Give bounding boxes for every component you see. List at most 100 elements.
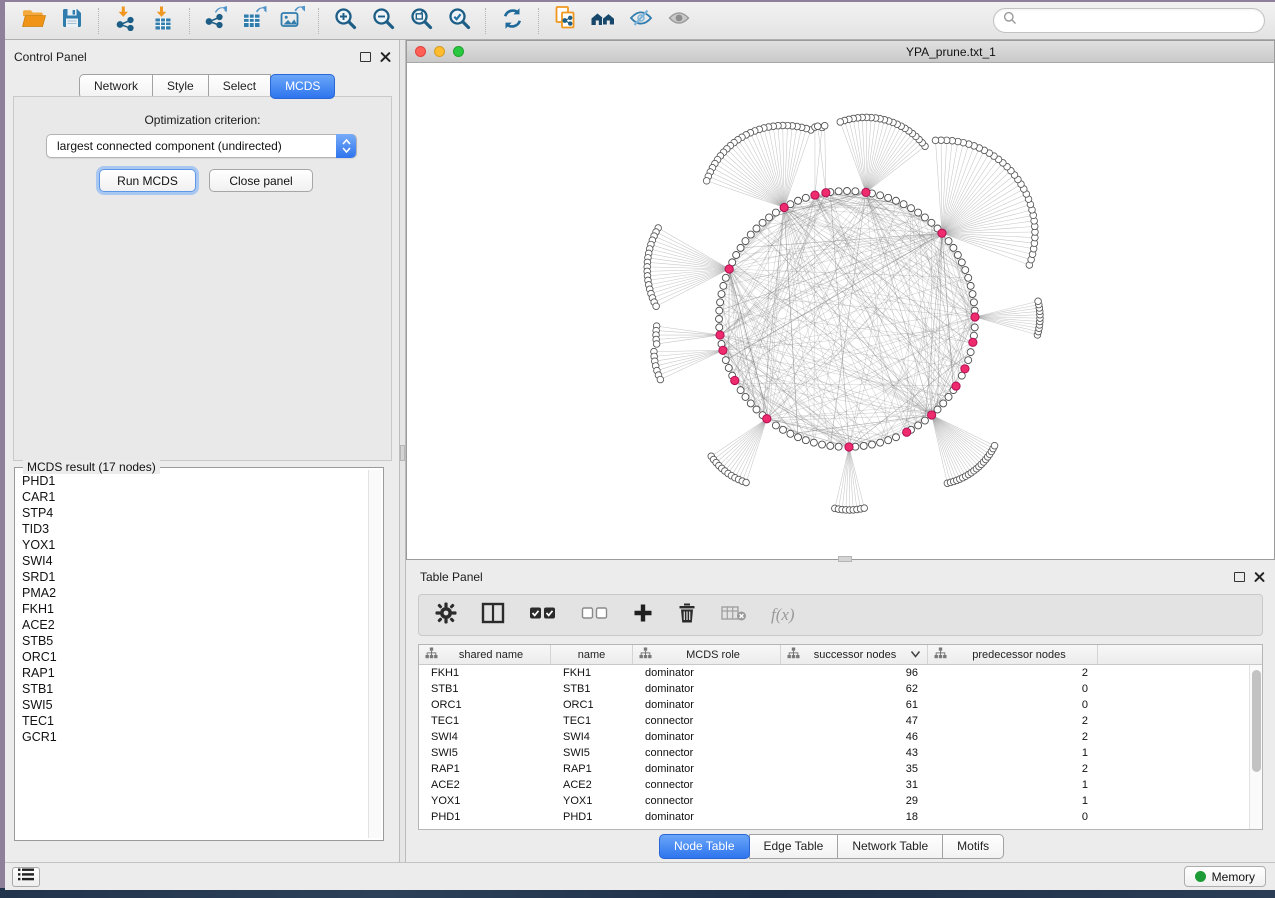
export-table-button[interactable] [235,6,273,36]
network-mcds-node[interactable] [928,411,936,419]
network-mcds-node[interactable] [811,191,819,199]
table-row[interactable]: TEC1TEC1connector472 [419,713,1262,729]
network-node[interactable] [720,282,727,289]
zoom-selected-button[interactable] [440,6,478,36]
run-mcds-button[interactable]: Run MCDS [99,169,196,192]
mcds-result-item[interactable]: PMA2 [17,585,366,601]
network-node[interactable] [885,194,892,201]
table-row[interactable]: YOX1YOX1connector291 [419,793,1262,809]
sort-chevron-icon[interactable] [910,649,921,661]
close-window-traffic-light[interactable] [415,46,426,57]
network-node[interactable] [837,119,844,126]
mcds-result-item[interactable]: SWI5 [17,697,366,713]
show-columns-icon[interactable] [481,602,505,629]
network-node[interactable] [868,441,875,448]
network-node[interactable] [772,422,779,429]
network-mcds-node[interactable] [971,313,979,321]
mcds-result-item[interactable]: CAR1 [17,489,366,505]
hide-selected-button[interactable] [622,6,660,36]
network-mcds-node[interactable] [952,382,960,390]
network-node[interactable] [971,324,978,331]
network-node[interactable] [915,422,922,429]
network-node[interactable] [742,393,749,400]
network-node[interactable] [737,244,744,251]
tab-node-table[interactable]: Node Table [659,834,750,859]
network-node[interactable] [970,299,977,306]
network-node[interactable] [900,201,907,208]
mcds-result-item[interactable]: PHD1 [17,473,366,489]
close-panel-icon[interactable] [380,52,391,63]
tab-edge-table[interactable]: Edge Table [749,834,839,859]
mcds-result-item[interactable]: YOX1 [17,537,366,553]
minimize-window-traffic-light[interactable] [434,46,445,57]
network-mcds-node[interactable] [822,189,830,197]
network-node[interactable] [860,442,867,449]
network-node[interactable] [716,316,723,323]
network-node[interactable] [737,387,744,394]
network-node[interactable] [722,357,729,364]
network-node[interactable] [718,291,725,298]
network-node[interactable] [819,441,826,448]
duplicate-network-button[interactable] [546,6,584,36]
network-node[interactable] [802,194,809,201]
network-mcds-node[interactable] [731,376,739,384]
export-network-button[interactable] [197,6,235,36]
zoom-window-traffic-light[interactable] [453,46,464,57]
network-node[interactable] [827,442,834,449]
network-mcds-node[interactable] [780,203,788,211]
export-image-button[interactable] [273,6,311,36]
network-node[interactable] [814,123,821,130]
network-node[interactable] [928,219,935,226]
table-row[interactable]: SWI4SWI4dominator462 [419,729,1262,745]
column-header-predecessor-nodes[interactable]: predecessor nodes [928,645,1098,664]
tab-mcds[interactable]: MCDS [270,74,335,99]
network-node[interactable] [877,439,884,446]
deselect-all-checkboxes-icon[interactable] [581,605,609,626]
refresh-button[interactable] [493,6,531,36]
float-panel-icon[interactable] [1234,572,1245,582]
network-node[interactable] [657,376,664,383]
mcds-result-item[interactable]: TID3 [17,521,366,537]
network-mcds-node[interactable] [725,265,733,273]
network-node[interactable] [932,137,939,144]
mcds-result-item[interactable]: FKH1 [17,601,366,617]
network-node[interactable] [747,231,754,238]
network-node[interactable] [725,364,732,371]
network-node[interactable] [716,324,723,331]
network-node[interactable] [945,238,952,245]
network-canvas[interactable] [407,63,1274,559]
network-node[interactable] [653,303,660,310]
mcds-result-item[interactable]: STB1 [17,681,366,697]
network-node[interactable] [772,209,779,216]
zoom-in-button[interactable] [326,6,364,36]
network-node[interactable] [921,417,928,424]
column-header-name[interactable]: name [551,645,633,664]
network-mcds-node[interactable] [719,346,727,354]
network-node[interactable] [991,442,998,449]
column-header-successor-nodes[interactable]: successor nodes [781,645,928,664]
table-row[interactable]: STB1STB1dominator620 [419,681,1262,697]
network-node[interactable] [742,238,749,245]
network-node[interactable] [861,505,868,512]
mcds-result-item[interactable]: RAP1 [17,665,366,681]
network-node[interactable] [759,219,766,226]
mcds-result-item[interactable]: STB5 [17,633,366,649]
add-column-plus-icon[interactable] [633,603,653,628]
network-node[interactable] [722,274,729,281]
network-node[interactable] [743,479,750,486]
table-row[interactable]: ORC1ORC1dominator610 [419,697,1262,713]
network-mcds-node[interactable] [903,428,911,436]
network-node[interactable] [954,252,961,259]
horizontal-splitter-handle[interactable] [838,556,852,562]
network-mcds-node[interactable] [763,415,771,423]
network-node[interactable] [885,437,892,444]
select-all-checkboxes-icon[interactable] [529,605,557,626]
network-node[interactable] [965,274,972,281]
table-row[interactable]: SWI5SWI5connector431 [419,745,1262,761]
column-header-shared-name[interactable]: shared name [419,645,551,664]
network-node[interactable] [717,299,724,306]
network-node[interactable] [653,341,660,348]
network-node[interactable] [753,406,760,413]
network-node[interactable] [958,259,965,266]
float-panel-icon[interactable] [360,52,371,62]
